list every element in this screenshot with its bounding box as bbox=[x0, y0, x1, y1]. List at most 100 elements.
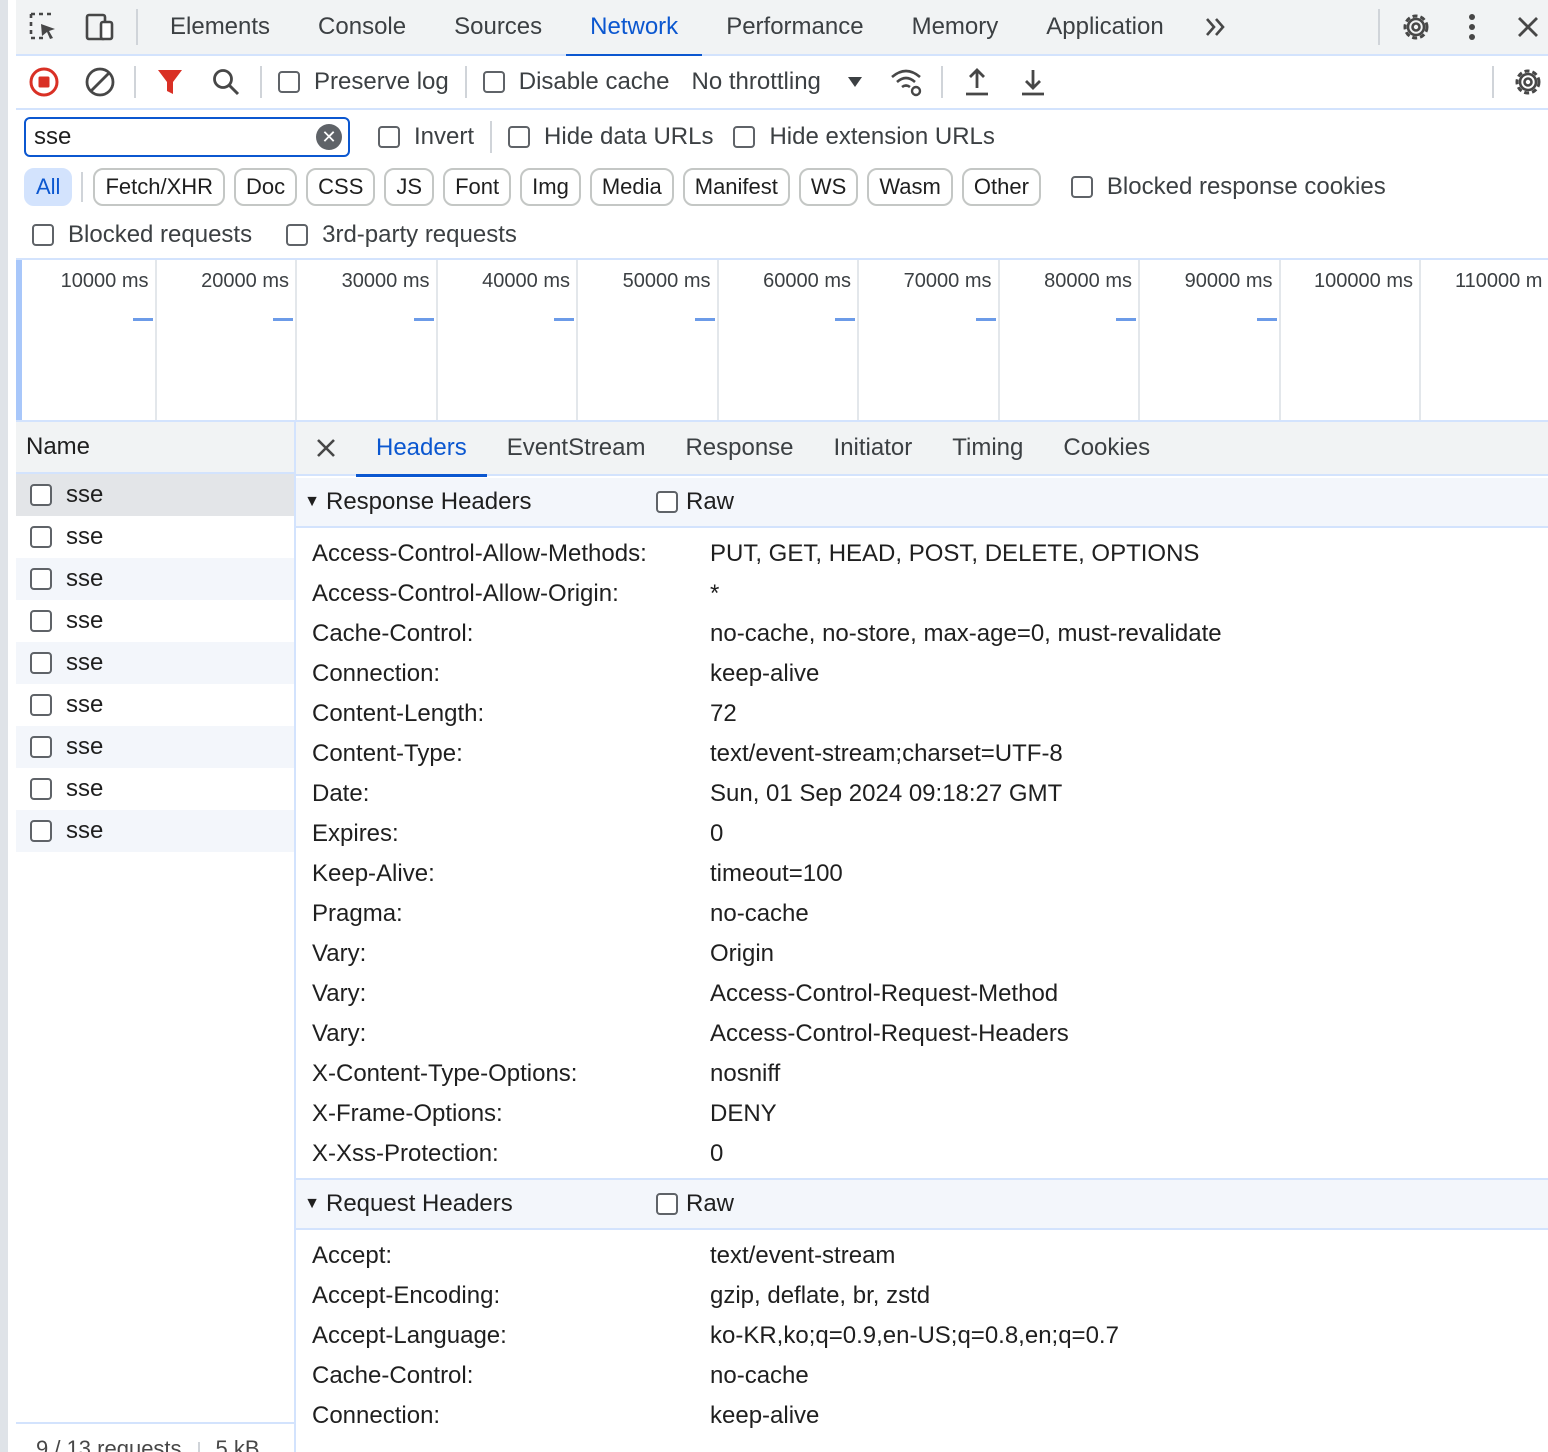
checkbox-box[interactable] bbox=[278, 71, 300, 93]
settings-gear-icon[interactable] bbox=[1388, 0, 1444, 55]
name-column-header[interactable]: Name bbox=[16, 422, 294, 474]
raw-label: Raw bbox=[686, 488, 735, 515]
request-row[interactable]: sse bbox=[16, 768, 294, 810]
third-party-requests-checkbox[interactable]: 3rd-party requests bbox=[276, 221, 527, 249]
request-row-checkbox[interactable] bbox=[30, 568, 52, 590]
more-tabs-icon[interactable] bbox=[1188, 0, 1244, 55]
request-row-checkbox[interactable] bbox=[30, 652, 52, 674]
details-tab-cookies[interactable]: Cookies bbox=[1043, 421, 1170, 475]
response-headers-section-header[interactable]: ▼ Response Headers Raw bbox=[296, 478, 1548, 528]
filter-input[interactable]: sse ✕ bbox=[24, 117, 350, 157]
disable-cache-checkbox[interactable]: Disable cache bbox=[473, 68, 680, 96]
collapse-triangle-icon[interactable]: ▼ bbox=[298, 493, 326, 511]
more-options-kebab-icon[interactable] bbox=[1444, 0, 1500, 55]
type-filter-doc[interactable]: Doc bbox=[234, 168, 298, 206]
close-devtools-icon[interactable] bbox=[1500, 0, 1548, 55]
checkbox-box[interactable] bbox=[1070, 176, 1093, 198]
request-row[interactable]: sse bbox=[16, 810, 294, 852]
import-har-upload-icon[interactable] bbox=[949, 55, 1005, 109]
type-filter-js[interactable]: JS bbox=[384, 168, 435, 206]
invert-checkbox[interactable]: Invert bbox=[368, 123, 484, 151]
type-filter-css[interactable]: CSS bbox=[306, 168, 376, 206]
checkbox-box[interactable] bbox=[482, 71, 505, 93]
type-filter-fetch-xhr[interactable]: Fetch/XHR bbox=[93, 168, 226, 206]
blocked-requests-checkbox[interactable]: Blocked requests bbox=[28, 221, 262, 249]
request-row-checkbox[interactable] bbox=[30, 526, 52, 548]
details-tab-response[interactable]: Response bbox=[665, 421, 813, 475]
export-har-download-icon[interactable] bbox=[1005, 55, 1061, 109]
tab-sources[interactable]: Sources bbox=[430, 0, 566, 55]
clear-filter-icon[interactable]: ✕ bbox=[316, 124, 342, 150]
request-row[interactable]: sse bbox=[16, 516, 294, 558]
tab-application[interactable]: Application bbox=[1022, 0, 1187, 55]
filter-funnel-icon[interactable] bbox=[142, 55, 198, 109]
response-raw-checkbox[interactable]: Raw bbox=[656, 488, 734, 516]
network-settings-gear-icon[interactable] bbox=[1500, 55, 1548, 109]
timeline-tick: 90000 ms bbox=[1140, 260, 1281, 420]
details-tab-eventstream[interactable]: EventStream bbox=[487, 421, 666, 475]
throttling-dropdown[interactable]: No throttling bbox=[679, 68, 878, 96]
transferred-size: 5 kB bbox=[215, 1436, 260, 1452]
checkbox-box[interactable] bbox=[733, 126, 756, 148]
type-filter-font[interactable]: Font bbox=[443, 168, 512, 206]
device-toolbar-icon[interactable] bbox=[72, 0, 128, 55]
checkbox-box[interactable] bbox=[286, 224, 309, 246]
request-row-checkbox[interactable] bbox=[30, 610, 52, 632]
type-filter-img[interactable]: Img bbox=[520, 168, 581, 206]
hide-extension-urls-label: Hide extension URLs bbox=[769, 123, 995, 150]
hide-data-urls-checkbox[interactable]: Hide data URLs bbox=[498, 123, 723, 151]
stop-recording-icon[interactable] bbox=[16, 55, 72, 109]
network-overview-timeline[interactable]: 10000 ms 20000 ms 30000 ms 40000 ms 50000 ms… bbox=[16, 258, 1548, 422]
tab-elements[interactable]: Elements bbox=[146, 0, 294, 55]
details-tab-headers[interactable]: Headers bbox=[356, 421, 487, 477]
request-row[interactable]: sse bbox=[16, 474, 294, 516]
network-conditions-wifi-icon[interactable] bbox=[879, 55, 935, 109]
type-filter-ws[interactable]: WS bbox=[798, 168, 859, 206]
checkbox-box[interactable] bbox=[656, 1193, 678, 1215]
header-row: X-Xss-Protection: 0 bbox=[296, 1134, 1548, 1174]
request-row-checkbox[interactable] bbox=[30, 778, 52, 800]
header-value: no-cache bbox=[710, 900, 809, 927]
filter-input-value[interactable]: sse bbox=[34, 123, 71, 151]
devtools-window: Elements Console Sources Network Performance… bbox=[0, 0, 1548, 1452]
request-row-checkbox[interactable] bbox=[30, 820, 52, 842]
request-row[interactable]: sse bbox=[16, 558, 294, 600]
request-name: sse bbox=[66, 565, 104, 592]
checkbox-box[interactable] bbox=[32, 224, 54, 246]
request-row-checkbox[interactable] bbox=[30, 694, 52, 716]
tab-console[interactable]: Console bbox=[294, 0, 430, 55]
request-row[interactable]: sse bbox=[16, 600, 294, 642]
preserve-log-checkbox[interactable]: Preserve log bbox=[268, 68, 459, 96]
tab-memory[interactable]: Memory bbox=[888, 0, 1023, 55]
blocked-response-cookies-checkbox[interactable]: Blocked response cookies bbox=[1061, 173, 1396, 201]
details-tab-initiator[interactable]: Initiator bbox=[814, 421, 933, 475]
inspect-element-icon[interactable] bbox=[16, 0, 72, 55]
clear-log-icon[interactable] bbox=[72, 55, 128, 109]
checkbox-box[interactable] bbox=[656, 491, 678, 513]
header-value: gzip, deflate, br, zstd bbox=[710, 1282, 931, 1309]
type-filter-manifest[interactable]: Manifest bbox=[682, 168, 790, 206]
type-filter-media[interactable]: Media bbox=[589, 168, 674, 206]
collapse-triangle-icon[interactable]: ▼ bbox=[298, 1195, 326, 1213]
tab-performance[interactable]: Performance bbox=[702, 0, 887, 55]
blocked-response-cookies-label: Blocked response cookies bbox=[1106, 173, 1386, 200]
request-headers-section-header[interactable]: ▼ Request Headers Raw bbox=[296, 1180, 1548, 1230]
request-row-checkbox[interactable] bbox=[30, 484, 52, 506]
tab-network[interactable]: Network bbox=[566, 0, 703, 57]
close-details-icon[interactable] bbox=[296, 437, 356, 459]
request-row[interactable]: sse bbox=[16, 726, 294, 768]
details-tab-timing[interactable]: Timing bbox=[932, 421, 1043, 475]
separator bbox=[1492, 66, 1494, 98]
type-filter-all[interactable]: All bbox=[24, 168, 73, 206]
search-icon[interactable] bbox=[198, 55, 254, 109]
type-filter-other[interactable]: Other bbox=[961, 168, 1041, 206]
request-row[interactable]: sse bbox=[16, 642, 294, 684]
request-name: sse bbox=[66, 523, 104, 550]
request-raw-checkbox[interactable]: Raw bbox=[656, 1190, 734, 1218]
type-filter-wasm[interactable]: Wasm bbox=[867, 168, 953, 206]
request-row-checkbox[interactable] bbox=[30, 736, 52, 758]
checkbox-box[interactable] bbox=[378, 126, 400, 148]
checkbox-box[interactable] bbox=[508, 126, 531, 148]
hide-extension-urls-checkbox[interactable]: Hide extension URLs bbox=[723, 123, 1004, 151]
request-row[interactable]: sse bbox=[16, 684, 294, 726]
